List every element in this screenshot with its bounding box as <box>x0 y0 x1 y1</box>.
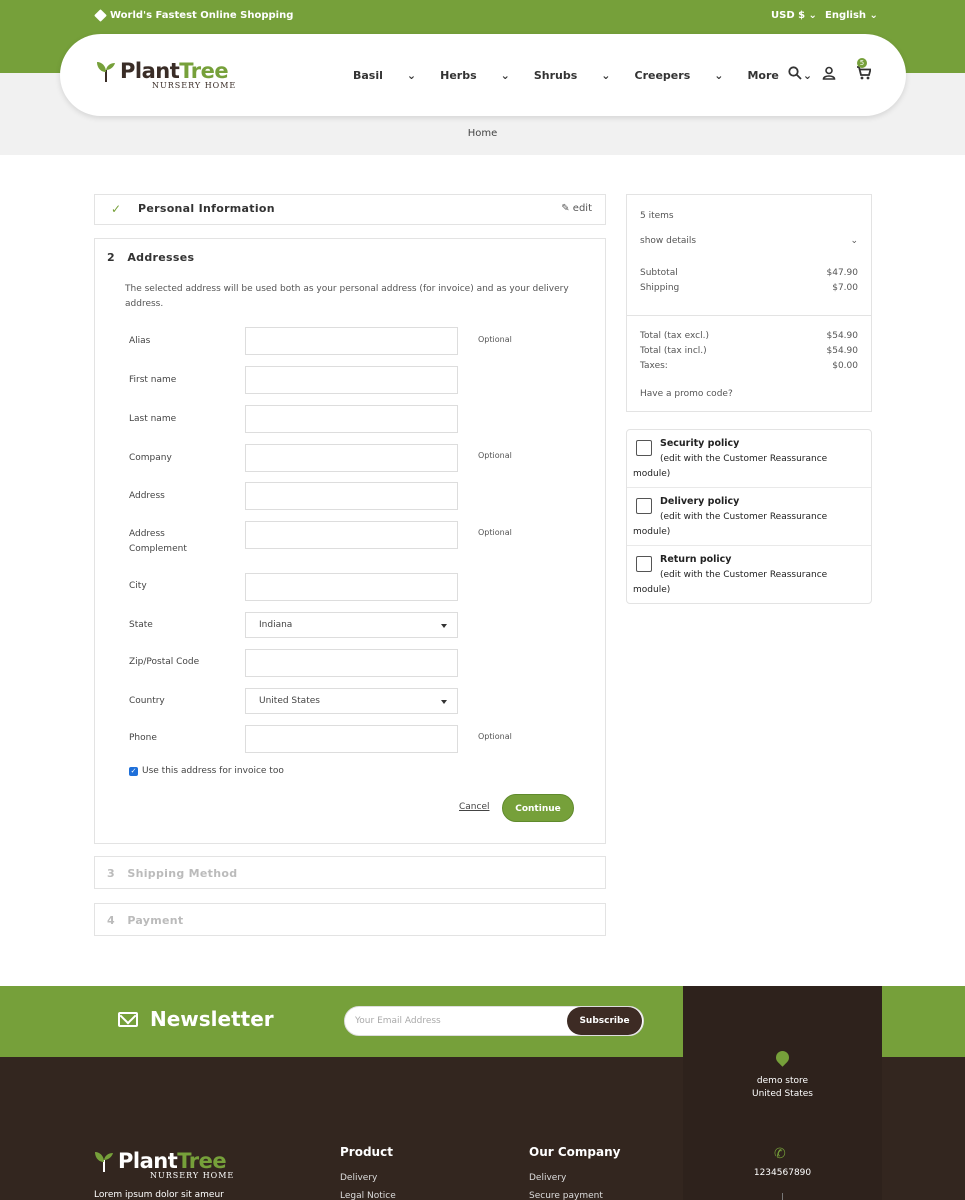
taxes-value: $0.00 <box>832 361 858 371</box>
alias-label: Alias <box>129 336 151 346</box>
envelope-icon <box>118 1011 138 1027</box>
address-label: Address <box>129 491 165 501</box>
logo[interactable]: Plant Tree NURSERY HOME <box>96 59 236 90</box>
zip-label: Zip/Postal Code <box>129 657 200 667</box>
promo-text: World's Fastest Online Shopping <box>94 9 293 22</box>
first-name-label: First name <box>129 375 177 385</box>
state-select[interactable]: Indiana <box>245 612 458 638</box>
footer-company-column: Our Company Delivery Secure payment <box>529 1145 621 1200</box>
invoice-checkbox[interactable]: ✓ <box>129 766 138 776</box>
currency-selector[interactable]: USD $ ⌄ <box>771 10 817 21</box>
zip-input[interactable] <box>245 649 458 677</box>
nav-creepers[interactable]: Creepers ⌄ <box>635 69 724 82</box>
total-incl-value: $54.90 <box>826 346 859 356</box>
security-policy: Security policy (edit with the Customer … <box>627 430 871 488</box>
return-policy: Return policy (edit with the Customer Re… <box>633 554 828 595</box>
step2-title: 2 Addresses <box>107 251 195 264</box>
leaf-icon <box>95 1152 113 1172</box>
address-complement-input[interactable] <box>245 521 458 549</box>
reassurance-block: Security policy (edit with the Customer … <box>626 429 872 604</box>
last-name-label: Last name <box>129 414 177 424</box>
cart-summary: 5 items show details ⌄ Subtotal $47.90 Shi… <box>626 194 872 412</box>
address-complement-label: Address Complement <box>129 529 187 554</box>
footer-link[interactable]: Secure payment <box>529 1191 620 1200</box>
subtotal-value: $47.90 <box>826 268 859 278</box>
nav-basil[interactable]: Basil ⌄ <box>353 69 416 82</box>
state-label: State <box>129 620 153 630</box>
location-pin-icon <box>773 1048 792 1067</box>
phone-input[interactable] <box>245 725 458 753</box>
first-name-input[interactable] <box>245 366 458 394</box>
items-count: 5 items <box>640 211 674 221</box>
language-selector[interactable]: English ⌄ <box>825 10 878 21</box>
footer-link[interactable]: Delivery <box>529 1173 620 1183</box>
cart-icon[interactable] <box>856 66 871 80</box>
main-nav: Basil ⌄ Herbs ⌄ Shrubs ⌄ Creepers ⌄ More ⌄ <box>353 69 836 82</box>
footer-link[interactable]: Legal Notice <box>340 1191 396 1200</box>
cancel-link[interactable]: Cancel <box>459 802 490 812</box>
country-select[interactable]: United States <box>245 688 458 714</box>
caret-down-icon <box>441 700 447 704</box>
caret-down-icon <box>441 624 447 628</box>
nav-herbs[interactable]: Herbs ⌄ <box>440 69 510 82</box>
footer-product-column: Product Delivery Legal Notice <box>340 1145 396 1200</box>
main-header: Plant Tree NURSERY HOME Basil ⌄ Herbs ⌄ Shr… <box>60 34 906 116</box>
pencil-icon: ✎ <box>561 203 570 214</box>
divider <box>782 1193 783 1200</box>
chevron-down-icon: ⌄ <box>850 236 858 246</box>
step1-title: Personal Information <box>138 202 275 215</box>
continue-button[interactable]: Continue <box>502 794 574 822</box>
leaf-icon <box>97 62 115 82</box>
last-name-input[interactable] <box>245 405 458 433</box>
step-shipping-method[interactable]: 3 Shipping Method <box>94 856 606 889</box>
shipping-value: $7.00 <box>832 283 858 293</box>
nav-shrubs[interactable]: Shrubs ⌄ <box>534 69 611 82</box>
total-excl-value: $54.90 <box>826 331 859 341</box>
company-input[interactable] <box>245 444 458 472</box>
search-icon[interactable] <box>788 66 802 80</box>
promo-code-link[interactable]: Have a promo code? <box>640 389 858 399</box>
breadcrumb[interactable]: Home <box>0 128 965 139</box>
country-label: Country <box>129 696 165 706</box>
footer-logo[interactable]: Plant Tree NURSERY HOME <box>94 1149 234 1180</box>
footer-description: Lorem ipsum dolor sit ameur <box>94 1190 224 1200</box>
store-phone: 1234567890 <box>753 1168 812 1178</box>
check-icon: ✓ <box>111 202 122 216</box>
show-details-toggle[interactable]: show details ⌄ <box>640 236 858 246</box>
subscribe-button[interactable]: Subscribe <box>567 1007 642 1035</box>
delivery-policy: Delivery policy (edit with the Customer … <box>627 488 871 546</box>
city-label: City <box>129 581 147 591</box>
step-personal-information[interactable]: ✓ Personal Information ✎ edit <box>94 194 606 225</box>
step-payment[interactable]: 4 Payment <box>94 903 606 936</box>
cart-count-badge: 5 <box>857 58 867 68</box>
optional-note: Optional <box>478 335 512 344</box>
phone-label: Phone <box>129 733 157 743</box>
address-input[interactable] <box>245 482 458 510</box>
optional-note: Optional <box>478 732 512 741</box>
tag-icon <box>94 9 107 22</box>
address-description: The selected address will be used both a… <box>125 284 569 309</box>
alias-input[interactable] <box>245 327 458 355</box>
invoice-checkbox-row[interactable]: ✓ Use this address for invoice too <box>129 766 284 776</box>
city-input[interactable] <box>245 573 458 601</box>
footer-link[interactable]: Delivery <box>340 1173 396 1183</box>
optional-note: Optional <box>478 451 512 460</box>
store-info: demo store United States ✆ 1234567890 <box>683 986 882 1200</box>
company-label: Company <box>129 453 172 463</box>
divider <box>627 315 871 316</box>
optional-note: Optional <box>478 528 512 537</box>
edit-link[interactable]: ✎ edit <box>561 203 592 214</box>
newsletter-title: Newsletter <box>150 1007 274 1031</box>
user-icon[interactable] <box>822 66 836 80</box>
phone-icon: ✆ <box>774 1146 786 1162</box>
step-addresses: 2 Addresses The selected address will be… <box>94 238 606 844</box>
